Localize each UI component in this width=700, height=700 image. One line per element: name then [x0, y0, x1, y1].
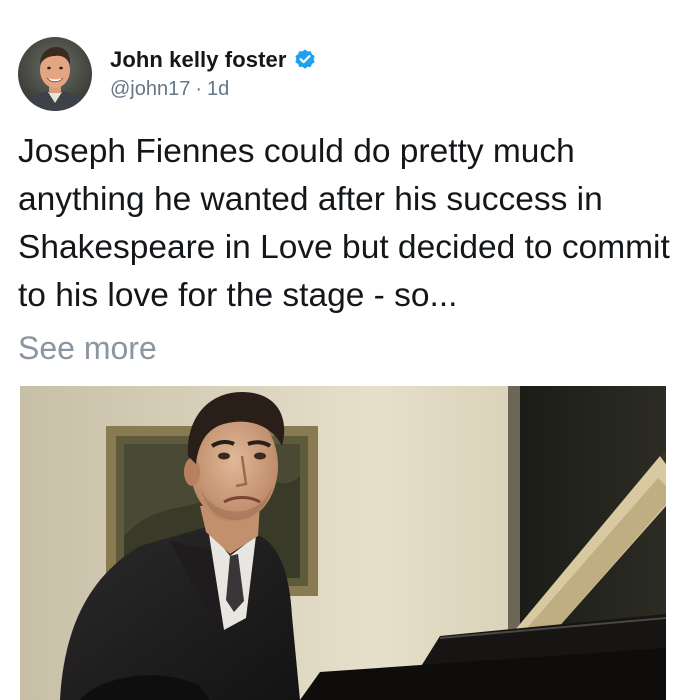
photo-man-at-piano — [20, 386, 666, 700]
meta-separator: · — [195, 77, 203, 100]
tweet-text: Joseph Fiennes could do pretty much anyt… — [18, 133, 670, 314]
avatar[interactable] — [18, 37, 92, 111]
author-info: John kelly foster @john17 · 1d — [110, 45, 317, 103]
verified-badge-icon — [293, 48, 317, 72]
tweet-media[interactable] — [20, 386, 666, 700]
avatar-photo — [18, 37, 92, 111]
tweet-card: John kelly foster @john17 · 1d Joseph Fi… — [0, 0, 700, 700]
display-name[interactable]: John kelly foster — [110, 47, 287, 73]
meta-row: @john17 · 1d — [110, 75, 317, 103]
display-name-row: John kelly foster — [110, 45, 317, 75]
handle[interactable]: @john17 — [110, 78, 190, 101]
timestamp[interactable]: 1d — [207, 78, 229, 101]
tweet-header: John kelly foster @john17 · 1d — [18, 36, 317, 112]
see-more-link[interactable]: See more — [18, 324, 157, 372]
